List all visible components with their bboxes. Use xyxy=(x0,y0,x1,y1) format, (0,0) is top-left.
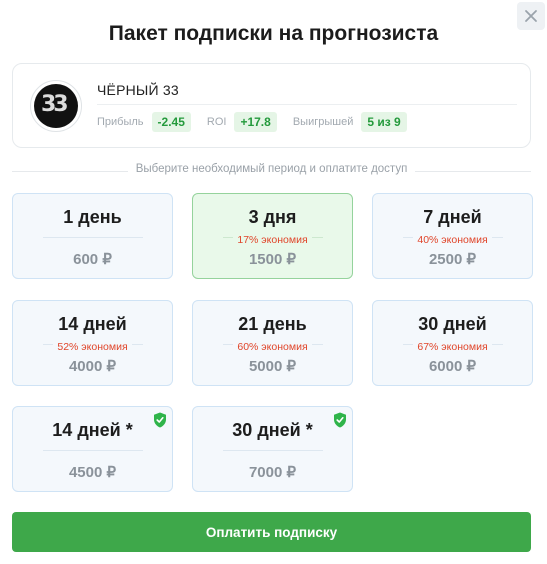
plan-price: 7000 ₽ xyxy=(248,464,297,481)
plan-title: 21 день xyxy=(238,314,307,334)
profit-label: Прибыль xyxy=(97,116,144,128)
plan-price: 2500 ₽ xyxy=(428,251,477,268)
period-hint: Выберите необходимый период и оплатите д… xyxy=(12,163,531,179)
plan-title: 1 день xyxy=(63,207,122,227)
roi-badge: +17.8 xyxy=(234,112,277,132)
forecaster-name[interactable]: ЧЁРНЫЙ 33 xyxy=(97,82,179,98)
wins-label: Выигрышей xyxy=(292,116,354,128)
plan-title: 30 дней xyxy=(418,314,487,334)
forecaster-profile: 33 ЧЁРНЫЙ 33 Прибыль -2.45 ROI +17.8 Выи… xyxy=(12,63,531,148)
plan-price: 4500 ₽ xyxy=(68,464,117,481)
shield-check-icon xyxy=(334,412,346,428)
plan-price: 5000 ₽ xyxy=(248,358,297,375)
wins-badge: 5 из 9 xyxy=(361,112,407,132)
plan-divider xyxy=(43,237,143,238)
plan-saving: 40% экономия xyxy=(413,233,492,247)
plan-price: 600 ₽ xyxy=(73,251,112,268)
profile-divider xyxy=(97,104,517,105)
plan-title: 14 дней xyxy=(58,314,127,334)
plan-title: 14 дней * xyxy=(52,420,133,440)
plan-price: 1500 ₽ xyxy=(248,251,297,268)
plan-card[interactable]: 30 дней * 7000 ₽ xyxy=(192,406,353,492)
plan-title: 3 дня xyxy=(248,207,297,227)
plan-price: 4000 ₽ xyxy=(68,358,117,375)
roi-label: ROI xyxy=(206,116,227,128)
plan-card[interactable]: 7 дней 40% экономия 2500 ₽ xyxy=(372,193,533,279)
plan-card[interactable]: 30 дней 67% экономия 6000 ₽ xyxy=(372,300,533,386)
forecaster-stats: Прибыль -2.45 ROI +17.8 Выигрышей 5 из 9 xyxy=(97,112,423,132)
plan-card[interactable]: 3 дня 17% экономия 1500 ₽ xyxy=(192,193,353,279)
plan-saving: 52% экономия xyxy=(53,340,132,354)
plan-saving: 60% экономия xyxy=(233,340,312,354)
profit-badge: -2.45 xyxy=(151,112,191,132)
plan-title: 30 дней * xyxy=(232,420,313,440)
close-icon xyxy=(525,10,537,22)
plan-card[interactable]: 21 день 60% экономия 5000 ₽ xyxy=(192,300,353,386)
avatar: 33 xyxy=(30,80,82,132)
hint-text: Выберите необходимый период и оплатите д… xyxy=(127,163,416,175)
modal-title: Пакет подписки на прогнозиста xyxy=(108,22,439,45)
plan-price: 6000 ₽ xyxy=(428,358,477,375)
plan-saving: 17% экономия xyxy=(233,233,312,247)
avatar-logo-text: 33 xyxy=(41,92,69,117)
pay-subscription-button[interactable]: Оплатить подписку xyxy=(12,512,531,552)
plan-divider xyxy=(223,450,323,451)
plan-saving: 67% экономия xyxy=(413,340,492,354)
plan-title: 7 дней xyxy=(423,207,482,227)
plan-card[interactable]: 14 дней 52% экономия 4000 ₽ xyxy=(12,300,173,386)
plan-card[interactable]: 1 день 600 ₽ xyxy=(12,193,173,279)
plan-card[interactable]: 14 дней * 4500 ₽ xyxy=(12,406,173,492)
plan-divider xyxy=(43,450,143,451)
shield-check-icon xyxy=(154,412,166,428)
